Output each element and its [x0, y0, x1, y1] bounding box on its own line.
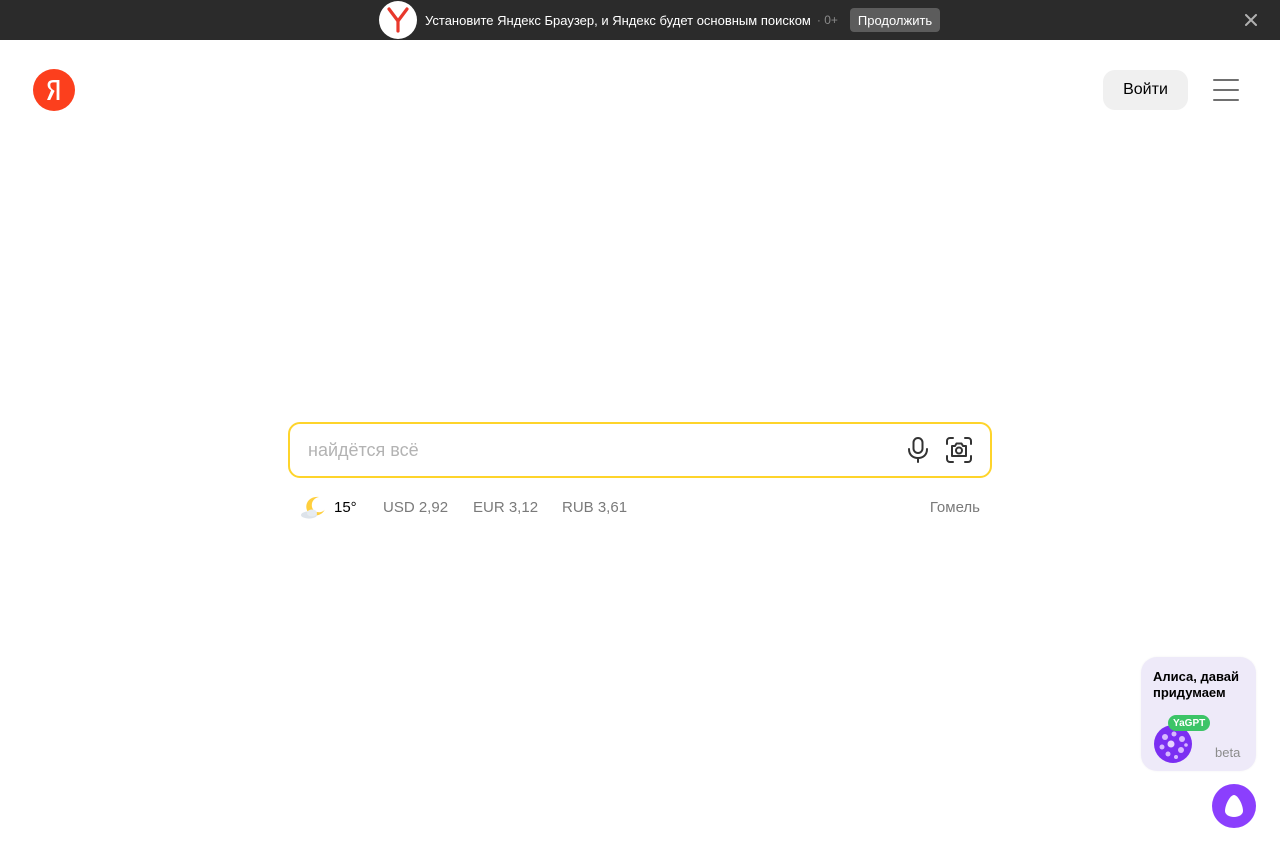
menu-line [1213, 79, 1239, 81]
login-button[interactable]: Войти [1103, 70, 1188, 110]
yagpt-badge: YaGPT [1168, 715, 1211, 731]
weather-widget[interactable]: 15° [300, 492, 357, 522]
rate-rub[interactable]: RUB 3,61 [562, 499, 627, 516]
microphone-icon[interactable] [904, 436, 932, 464]
promo-text: Установите Яндекс Браузер, и Яндекс буде… [425, 12, 811, 28]
age-rating: · 0+ [816, 13, 838, 27]
moon-cloud-icon [301, 496, 325, 519]
alice-icon[interactable] [1212, 784, 1256, 828]
close-icon[interactable] [1242, 11, 1260, 29]
search-box [288, 422, 992, 478]
rate-usd[interactable]: USD 2,92 [383, 499, 448, 516]
weather-temperature: 15° [334, 498, 357, 516]
rate-eur[interactable]: EUR 3,12 [473, 499, 538, 516]
alice-promo-title: Алиса, давай придумаем [1153, 669, 1240, 700]
yandex-browser-logo-icon[interactable] [379, 1, 417, 39]
menu-line [1213, 99, 1239, 101]
hamburger-menu-icon[interactable] [1211, 77, 1241, 103]
alice-promo-card[interactable]: Алиса, давай придумаем YaGPT beta [1141, 657, 1256, 771]
beta-label: beta [1215, 745, 1241, 760]
informers-row: 15° USD 2,92 EUR 3,12 RUB 3,61 Гомель [300, 492, 980, 522]
browser-promo-banner: Установите Яндекс Браузер, и Яндекс буде… [0, 0, 1280, 40]
city-link[interactable]: Гомель [930, 499, 980, 516]
promo-content: Установите Яндекс Браузер, и Яндекс буде… [379, 1, 941, 39]
camera-search-icon[interactable] [944, 435, 974, 465]
yandex-logo[interactable] [33, 69, 75, 111]
continue-button[interactable]: Продолжить [849, 8, 941, 32]
menu-line [1213, 89, 1239, 91]
search-input[interactable] [306, 436, 896, 464]
yandex-logo-icon [47, 80, 60, 100]
